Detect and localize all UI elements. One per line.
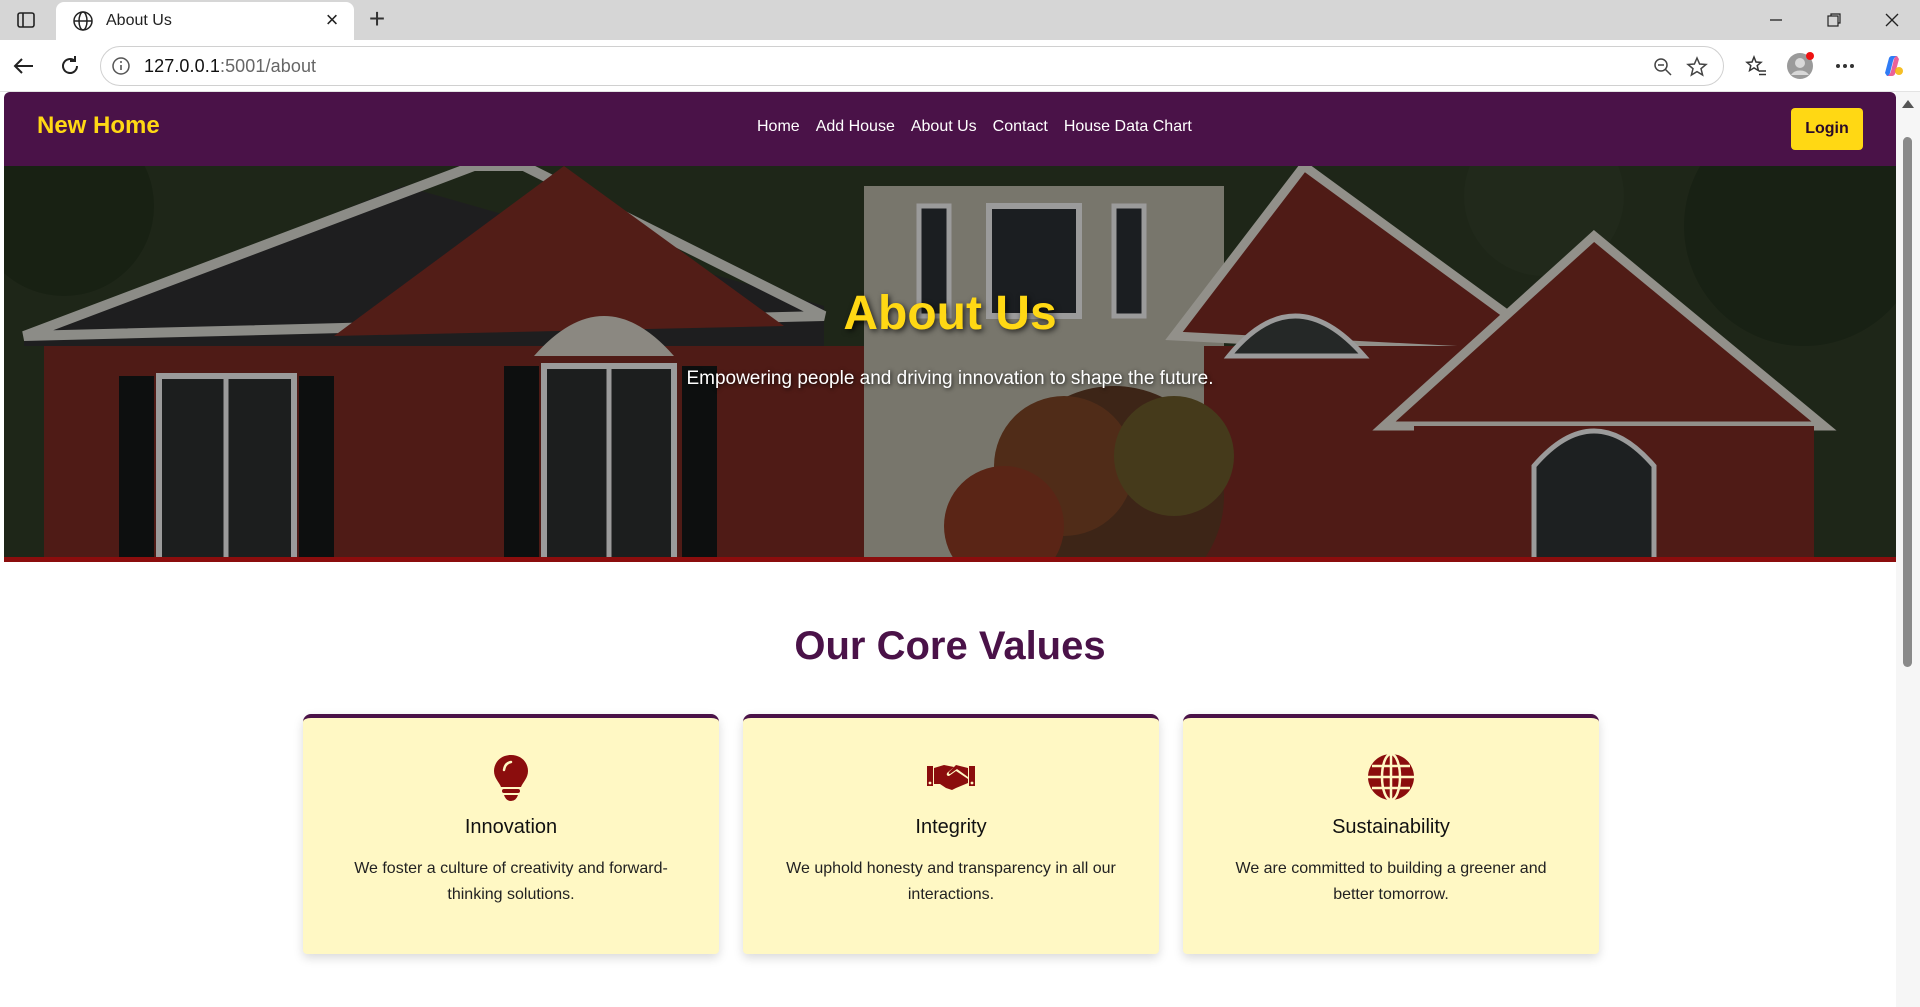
reload-icon[interactable]	[54, 50, 86, 82]
favorites-icon[interactable]	[1740, 50, 1772, 82]
browser-toolbar: 127.0.0.1:5001/about	[0, 40, 1920, 92]
hero-banner: About Us Empowering people and driving i…	[4, 166, 1896, 562]
url-text: 127.0.0.1:5001/about	[144, 56, 317, 76]
favorite-star-icon[interactable]	[1685, 55, 1709, 79]
card-text: We uphold honesty and transparency in al…	[786, 860, 1116, 903]
nav-link-add-house[interactable]: Add House	[816, 118, 895, 136]
site-info-icon[interactable]	[111, 56, 131, 76]
profile-avatar[interactable]	[1784, 50, 1816, 82]
card-text: We are committed to building a greener a…	[1235, 860, 1547, 903]
handshake-icon	[927, 765, 975, 790]
nav-link-house-data-chart[interactable]: House Data Chart	[1064, 118, 1192, 136]
new-tab-icon[interactable]: +	[362, 5, 392, 34]
login-button[interactable]: Login	[1791, 108, 1863, 150]
zoom-out-icon[interactable]	[1651, 55, 1675, 79]
card-title: Sustainability	[1332, 816, 1450, 838]
brand-logo[interactable]: New Home	[37, 112, 160, 140]
tab-title: About Us	[106, 12, 172, 29]
minimize-icon[interactable]	[1748, 0, 1804, 40]
lightbulb-icon	[494, 755, 528, 801]
globe-icon	[1368, 752, 1414, 802]
value-card-integrity: Integrity We uphold honesty and transpar…	[743, 714, 1159, 954]
restore-icon[interactable]	[1806, 0, 1862, 40]
card-title: Innovation	[464, 816, 558, 838]
sidebar-toggle-icon[interactable]	[10, 8, 42, 32]
browser-tab-strip: About Us × +	[0, 0, 1920, 40]
page-scrollbar[interactable]	[1896, 92, 1920, 1007]
scroll-up-arrow-icon[interactable]	[1902, 100, 1914, 108]
globe-icon	[73, 11, 93, 31]
page-viewport: New Home Home Add House About Us Contact…	[4, 92, 1896, 1007]
nav-links: Home Add House About Us Contact House Da…	[757, 118, 1208, 136]
more-options-icon[interactable]	[1829, 50, 1861, 82]
nav-link-contact[interactable]: Contact	[993, 118, 1048, 136]
copilot-icon[interactable]	[1876, 50, 1908, 82]
hero-overlay	[4, 166, 1896, 557]
site-navbar: New Home Home Add House About Us Contact…	[4, 92, 1896, 166]
page-title: About Us	[843, 287, 1057, 340]
hero-subtitle: Empowering people and driving innovation…	[686, 368, 1214, 389]
value-card-innovation: Innovation We foster a culture of creati…	[303, 714, 719, 954]
close-window-icon[interactable]	[1864, 0, 1920, 40]
address-bar[interactable]: 127.0.0.1:5001/about	[100, 46, 1724, 86]
close-tab-icon[interactable]: ×	[320, 9, 344, 33]
nav-link-about-us[interactable]: About Us	[911, 118, 977, 136]
card-title: Integrity	[915, 816, 987, 838]
core-values-heading: Our Core Values	[794, 624, 1106, 668]
nav-link-home[interactable]: Home	[757, 118, 800, 136]
browser-tab-active[interactable]: About Us ×	[56, 2, 354, 40]
back-icon[interactable]	[8, 50, 40, 82]
card-text: We foster a culture of creativity and fo…	[354, 860, 668, 903]
value-card-sustainability: Sustainability We are committed to build…	[1183, 714, 1599, 954]
scrollbar-thumb[interactable]	[1903, 137, 1912, 667]
